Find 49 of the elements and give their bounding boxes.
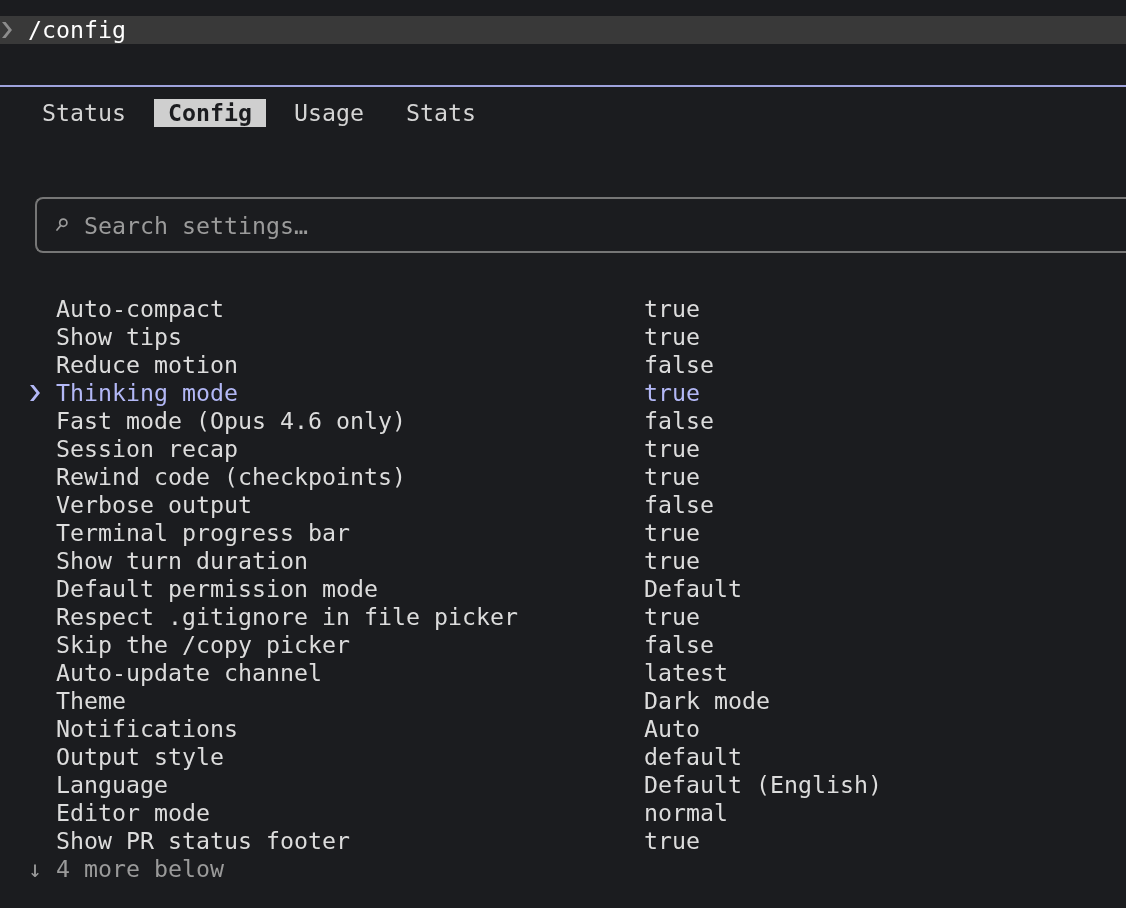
setting-label[interactable]: Show turn duration	[56, 547, 308, 575]
setting-label[interactable]: Session recap	[56, 435, 238, 463]
setting-label[interactable]: Default permission mode	[56, 575, 378, 603]
setting-value: false	[644, 491, 714, 519]
setting-value: Auto	[644, 715, 700, 743]
setting-label[interactable]: Notifications	[56, 715, 238, 743]
setting-value: default	[644, 743, 742, 771]
tab[interactable]: Usage	[280, 99, 378, 127]
more-below-hint: ↓ 4 more below	[28, 855, 224, 882]
setting-label[interactable]: Fast mode (Opus 4.6 only)	[56, 407, 406, 435]
tab[interactable]: Stats	[392, 99, 490, 127]
setting-label[interactable]: Show PR status footer	[56, 827, 350, 855]
setting-value: true	[644, 827, 700, 855]
setting-label[interactable]: Editor mode	[56, 799, 210, 827]
setting-label[interactable]: Theme	[56, 687, 126, 715]
tab[interactable]: Config	[154, 99, 266, 127]
setting-label[interactable]: Output style	[56, 743, 224, 771]
setting-value: true	[644, 603, 700, 631]
setting-label[interactable]: Thinking mode	[56, 379, 238, 407]
setting-value: false	[644, 407, 714, 435]
search-field[interactable]: Search settings…	[35, 197, 1126, 253]
setting-value: true	[644, 435, 700, 463]
setting-label[interactable]: Auto-update channel	[56, 659, 322, 687]
setting-value: Default (English)	[644, 771, 882, 799]
setting-label[interactable]: Reduce motion	[56, 351, 238, 379]
command-text: /config	[28, 16, 126, 44]
setting-value: true	[644, 463, 700, 491]
setting-label[interactable]: Verbose output	[56, 491, 252, 519]
setting-label[interactable]: Language	[56, 771, 168, 799]
search-icon	[56, 218, 68, 231]
setting-value: true	[644, 295, 700, 323]
setting-label[interactable]: Terminal progress bar	[56, 519, 350, 547]
setting-label[interactable]: Show tips	[56, 323, 182, 351]
setting-value: true	[644, 379, 700, 407]
setting-value: false	[644, 351, 714, 379]
setting-label[interactable]: Auto-compact	[56, 295, 224, 323]
setting-value: false	[644, 631, 714, 659]
setting-value: Default	[644, 575, 742, 603]
setting-label[interactable]: Skip the /copy picker	[56, 631, 350, 659]
setting-value: latest	[644, 659, 728, 687]
setting-value: normal	[644, 799, 728, 827]
setting-value: true	[644, 519, 700, 547]
setting-value: Dark mode	[644, 687, 770, 715]
tab[interactable]: Status	[28, 99, 140, 127]
setting-value: true	[644, 323, 700, 351]
setting-label[interactable]: Respect .gitignore in file picker	[56, 603, 518, 631]
chevron-icon	[2, 22, 12, 38]
setting-label[interactable]: Rewind code (checkpoints)	[56, 463, 406, 491]
setting-value: true	[644, 547, 700, 575]
